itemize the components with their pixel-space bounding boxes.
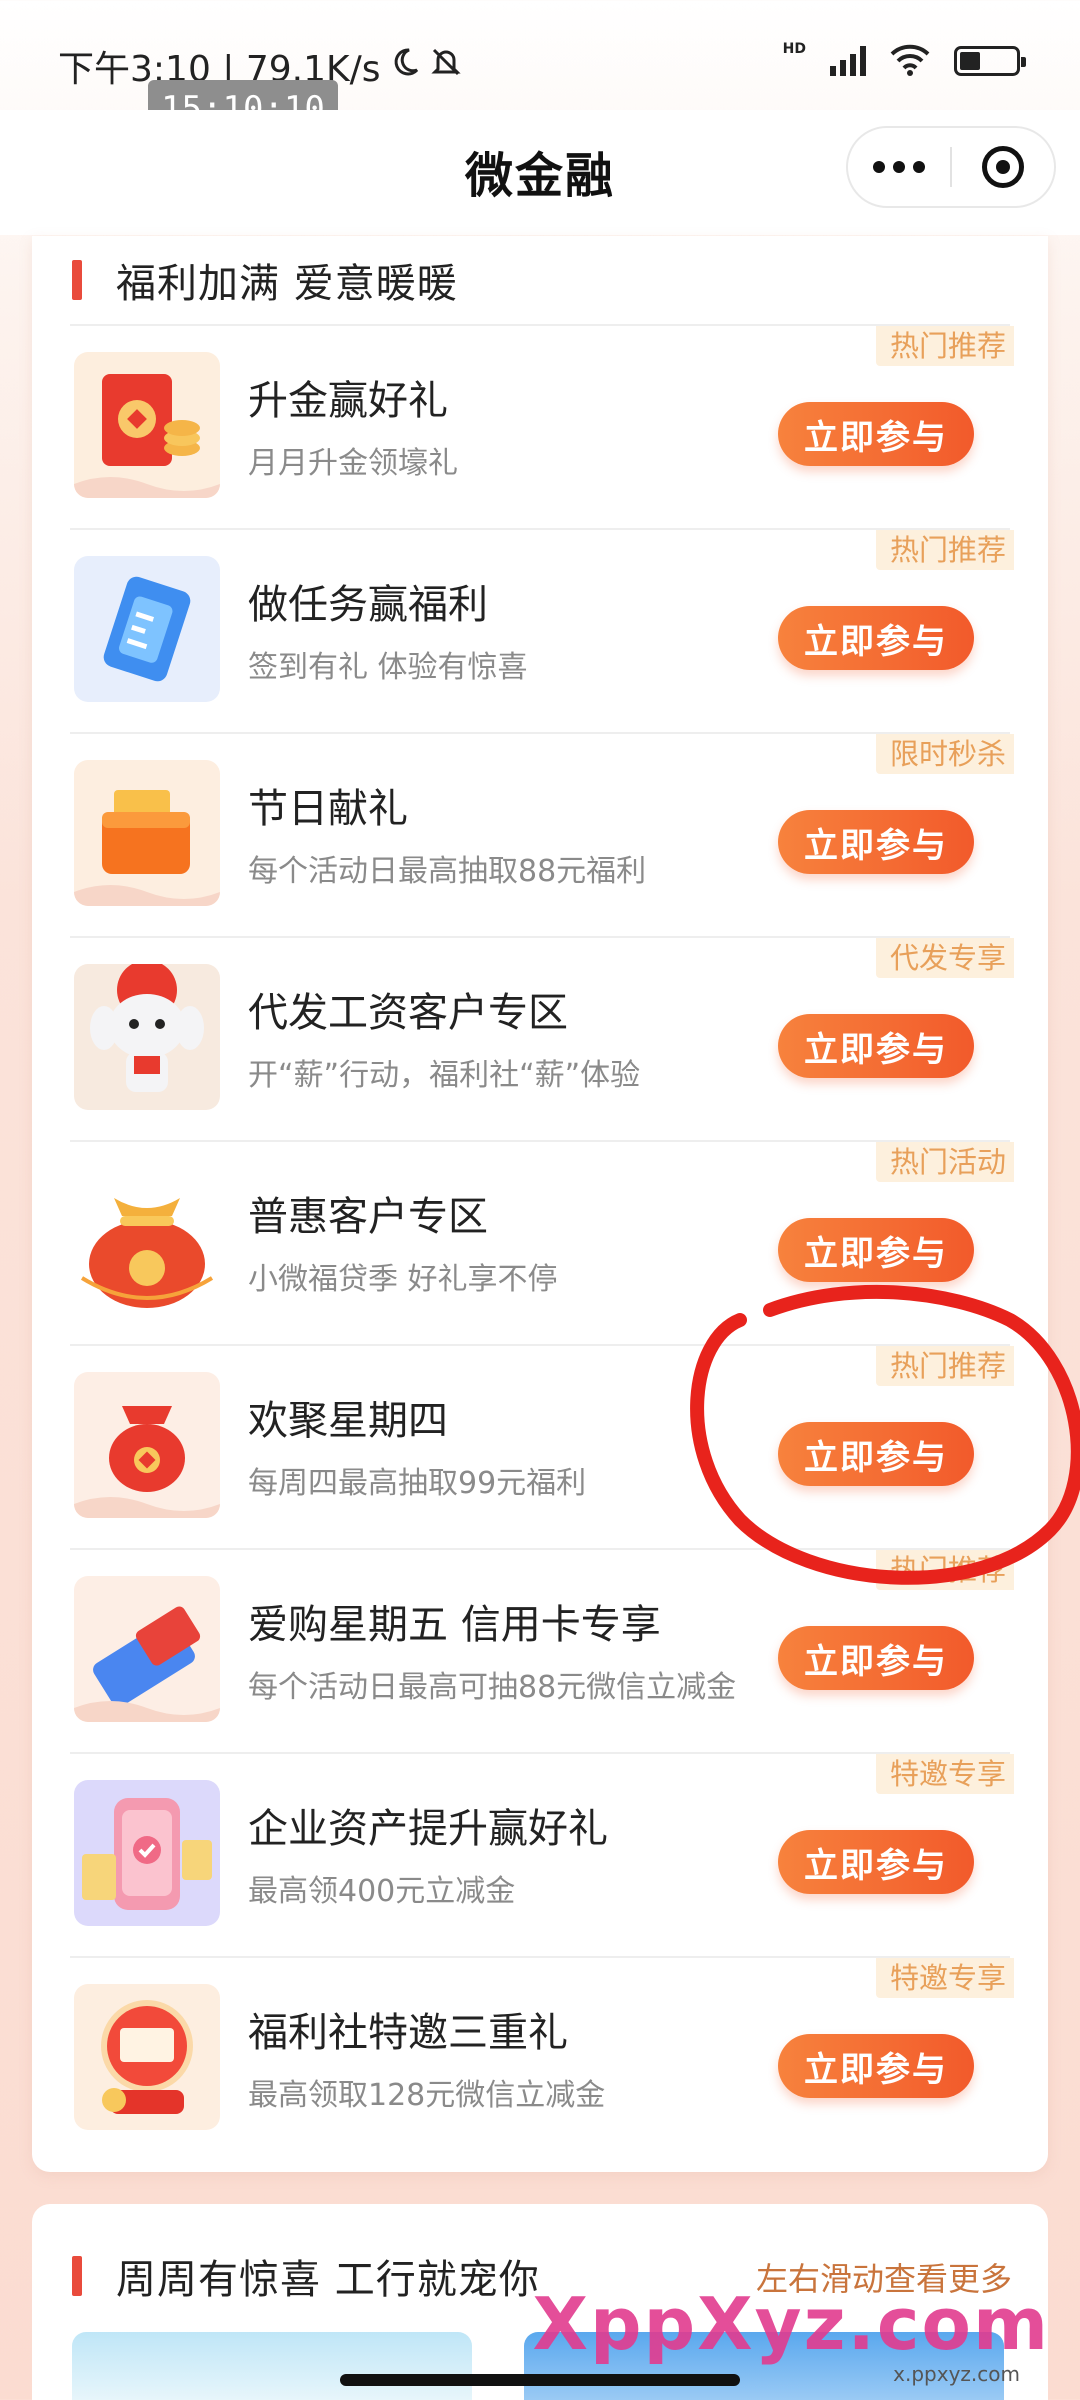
close-program-button[interactable] — [952, 146, 1054, 188]
activity-tag: 热门推荐 — [875, 1346, 1014, 1386]
activity-title: 福利社特邀三重礼 — [248, 2010, 568, 2056]
activity-row[interactable]: 热门推荐 欢聚星期四 每周四最高抽取99元福利 立即参与 — [70, 1344, 1014, 1548]
activity-subtitle: 最高领400元立减金 — [248, 1874, 516, 1909]
bell-muted-icon — [429, 45, 463, 88]
gift-globe-icon — [74, 1984, 220, 2130]
join-button[interactable]: 立即参与 — [778, 606, 974, 670]
phone-coupon-icon — [74, 1780, 220, 1926]
activity-title: 普惠客户专区 — [248, 1194, 488, 1240]
join-button[interactable]: 立即参与 — [778, 1422, 974, 1486]
join-button[interactable]: 立即参与 — [778, 1014, 974, 1078]
activity-title: 企业资产提升赢好礼 — [248, 1806, 608, 1852]
status-right: HD — [782, 41, 1026, 80]
welfare-card: 福利加满 爱意暖暖 热门推荐 升金赢好礼 月月升金领壕礼 立即参与 热门推荐 做… — [32, 236, 1048, 2172]
section-header: 周周有惊喜 工行就宠你 — [72, 2248, 540, 2304]
activity-row[interactable]: 热门推荐 爱购星期五 信用卡专享 每个活动日最高可抽88元微信立减金 立即参与 — [70, 1548, 1014, 1752]
mini-program-capsule — [846, 126, 1056, 208]
more-options-button[interactable] — [848, 161, 950, 173]
activity-tag: 热门推荐 — [875, 326, 1014, 366]
activity-tag: 热门推荐 — [875, 1550, 1014, 1590]
activity-subtitle: 签到有礼 体验有惊喜 — [248, 650, 528, 685]
activity-row[interactable]: 热门推荐 做任务赢福利 签到有礼 体验有惊喜 立即参与 — [70, 528, 1014, 732]
activity-tag: 限时秒杀 — [875, 734, 1014, 774]
activity-row[interactable]: 热门活动 普惠客户专区 小微福贷季 好礼享不停 立即参与 — [70, 1140, 1014, 1344]
moon-icon — [389, 46, 421, 87]
activity-row[interactable]: 代发专享 代发工资客户专区 开“薪”行动，福利社“薪”体验 立即参与 — [70, 936, 1014, 1140]
activity-tag: 特邀专享 — [875, 1958, 1014, 1998]
watermark: XppXyz.com — [532, 2282, 1050, 2366]
activity-title: 欢聚星期四 — [248, 1398, 448, 1444]
money-bag-icon — [74, 1372, 220, 1518]
home-indicator[interactable] — [340, 2374, 740, 2386]
mascot-icon — [74, 964, 220, 1110]
section-title: 福利加满 爱意暖暖 — [116, 261, 458, 307]
activity-row[interactable]: 特邀专享 企业资产提升赢好礼 最高领400元立减金 立即参与 — [70, 1752, 1014, 1956]
activity-tag: 热门推荐 — [875, 530, 1014, 570]
activity-subtitle: 开“薪”行动，福利社“薪”体验 — [248, 1058, 641, 1093]
section-accent-bar — [72, 2256, 82, 2296]
join-button[interactable]: 立即参与 — [778, 2034, 974, 2098]
promo-banner[interactable] — [72, 2332, 472, 2400]
join-button[interactable]: 立即参与 — [778, 810, 974, 874]
activity-title: 爱购星期五 信用卡专享 — [248, 1602, 661, 1648]
activity-title: 节日献礼 — [248, 786, 408, 832]
activity-subtitle: 小微福贷季 好礼享不停 — [248, 1262, 558, 1297]
activity-tag: 特邀专享 — [875, 1754, 1014, 1794]
activity-subtitle: 每周四最高抽取99元福利 — [248, 1466, 587, 1501]
activity-subtitle: 最高领取128元微信立减金 — [248, 2078, 606, 2113]
more-dots-icon — [873, 161, 885, 173]
target-icon — [981, 146, 1024, 188]
section-header: 福利加满 爱意暖暖 — [72, 252, 458, 308]
wifi-icon — [888, 42, 932, 80]
gift-box-icon — [74, 760, 220, 906]
activity-title: 做任务赢福利 — [248, 582, 488, 628]
credit-card-icon — [74, 1576, 220, 1722]
activity-row[interactable]: 特邀专享 福利社特邀三重礼 最高领取128元微信立减金 立即参与 — [70, 1956, 1014, 2160]
lucky-bag-icon — [74, 1168, 220, 1314]
section-accent-bar — [72, 260, 82, 300]
activity-subtitle: 月月升金领壕礼 — [248, 446, 458, 481]
activity-subtitle: 每个活动日最高可抽88元微信立减金 — [248, 1670, 737, 1705]
network-type: HD — [782, 41, 806, 57]
signal-icon — [830, 46, 866, 76]
task-clipboard-icon — [74, 556, 220, 702]
activity-title: 升金赢好礼 — [248, 378, 448, 424]
activity-subtitle: 每个活动日最高抽取88元福利 — [248, 854, 647, 889]
join-button[interactable]: 立即参与 — [778, 402, 974, 466]
activity-row[interactable]: 限时秒杀 节日献礼 每个活动日最高抽取88元福利 立即参与 — [70, 732, 1014, 936]
status-bar: 下午3:10 | 79.1K/s HD 15:10:10 — [0, 0, 1080, 138]
join-button[interactable]: 立即参与 — [778, 1830, 974, 1894]
battery-icon — [954, 46, 1026, 76]
activity-tag: 热门活动 — [875, 1142, 1014, 1182]
activity-title: 代发工资客户专区 — [248, 990, 568, 1036]
red-envelope-icon — [74, 352, 220, 498]
section-title: 周周有惊喜 工行就宠你 — [116, 2257, 540, 2303]
activity-row[interactable]: 热门推荐 升金赢好礼 月月升金领壕礼 立即参与 — [70, 324, 1014, 528]
title-bar: 微金融 — [0, 110, 1080, 235]
join-button[interactable]: 立即参与 — [778, 1626, 974, 1690]
watermark-sub: x.ppxyz.com — [893, 2362, 1020, 2386]
join-button[interactable]: 立即参与 — [778, 1218, 974, 1282]
activity-tag: 代发专享 — [875, 938, 1014, 978]
